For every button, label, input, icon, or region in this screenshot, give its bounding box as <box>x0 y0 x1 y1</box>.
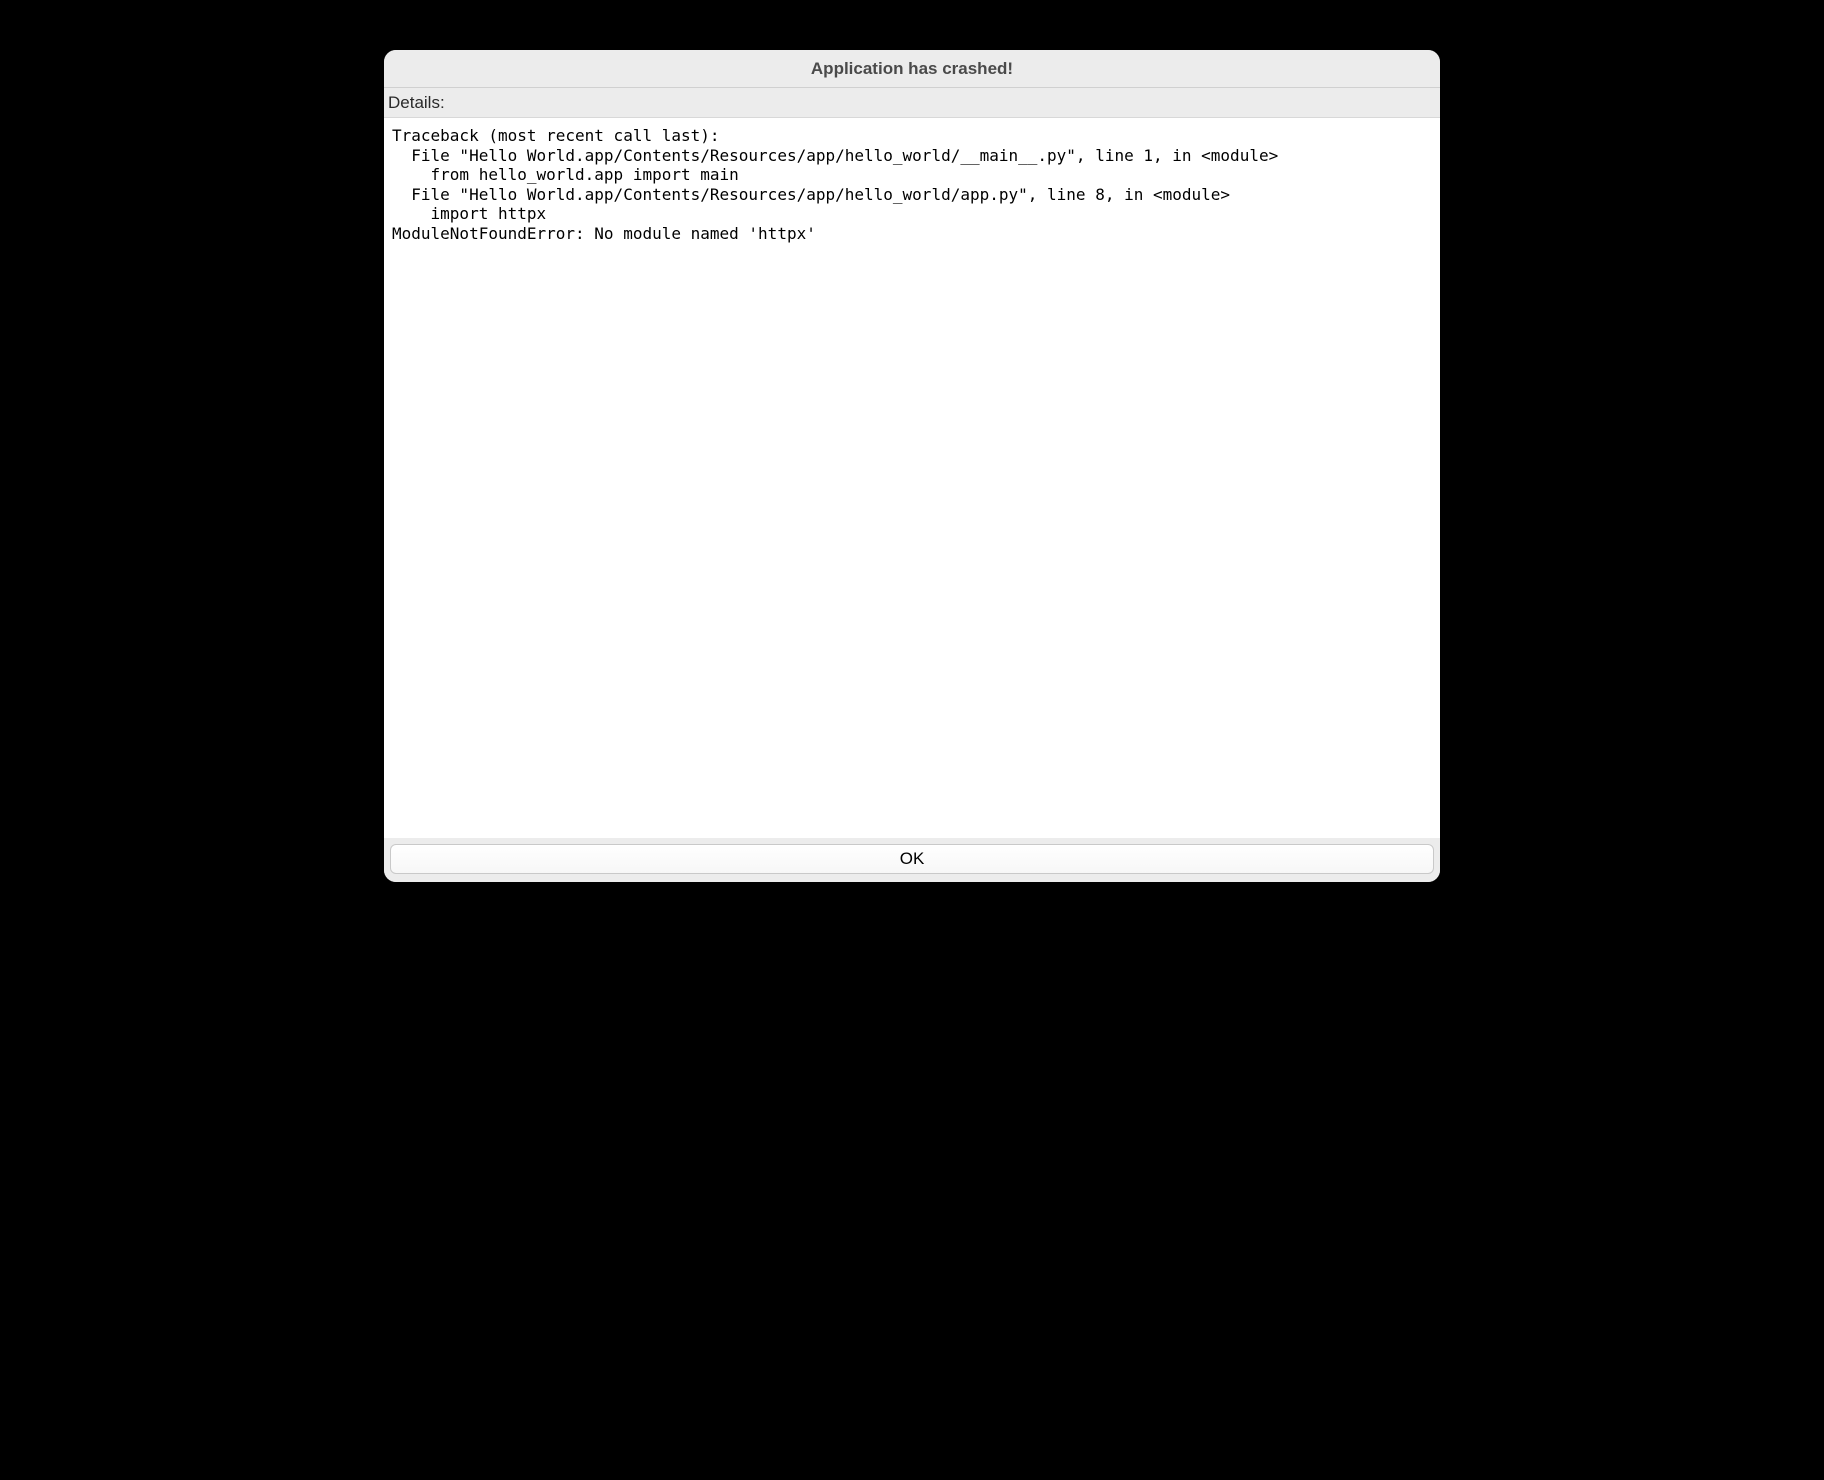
crash-dialog: Application has crashed! Details: Traceb… <box>384 50 1440 882</box>
ok-button[interactable]: OK <box>390 844 1434 874</box>
dialog-title: Application has crashed! <box>811 59 1013 79</box>
details-header: Details: <box>384 88 1440 118</box>
traceback-text[interactable]: Traceback (most recent call last): File … <box>392 126 1432 243</box>
dialog-titlebar: Application has crashed! <box>384 50 1440 88</box>
details-body[interactable]: Traceback (most recent call last): File … <box>384 118 1440 838</box>
dialog-footer: OK <box>384 838 1440 882</box>
details-label: Details: <box>388 93 445 113</box>
